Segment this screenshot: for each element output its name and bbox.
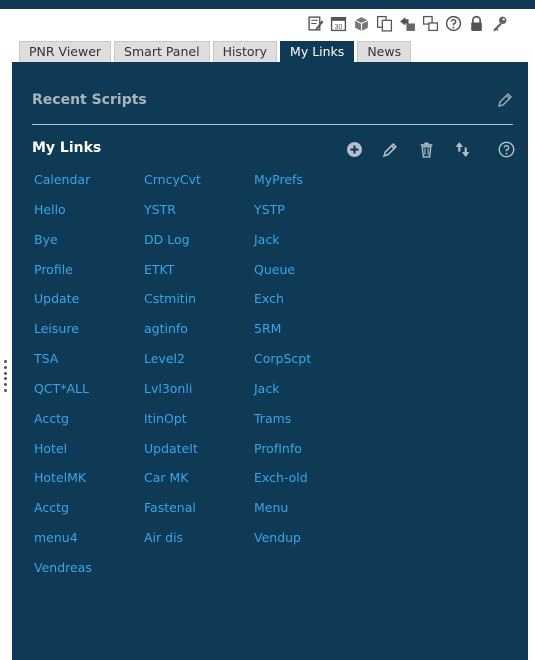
- tab-news[interactable]: News: [357, 41, 412, 62]
- top-toolbar: 30: [306, 13, 509, 33]
- tab-history[interactable]: History: [212, 41, 278, 62]
- window-layout-icon[interactable]: [421, 14, 440, 33]
- link-item[interactable]: UpdateIt: [144, 439, 254, 469]
- my-links-title: My Links: [32, 140, 102, 156]
- link-item[interactable]: Air dis: [144, 528, 254, 558]
- link-item[interactable]: DD Log: [144, 230, 254, 260]
- calendar-icon[interactable]: 30: [329, 14, 348, 33]
- link-item[interactable]: Calendar: [34, 170, 144, 200]
- resize-grip[interactable]: [4, 360, 8, 392]
- link-item[interactable]: Cstmitin: [144, 289, 254, 319]
- tab-pnr-viewer[interactable]: PNR Viewer: [19, 41, 112, 62]
- link-item[interactable]: Bye: [34, 230, 144, 260]
- my-links-panel: Recent Scripts My Links Calendar Hello Bye…: [12, 62, 528, 660]
- link-item[interactable]: Hotel: [34, 439, 144, 469]
- link-item[interactable]: Vendreas: [34, 558, 144, 588]
- link-item[interactable]: QCT*ALL: [34, 379, 144, 409]
- recent-scripts-title[interactable]: Recent Scripts: [32, 92, 147, 108]
- key-icon[interactable]: [490, 14, 509, 33]
- section-divider: [32, 124, 513, 125]
- my-links-actions: [336, 139, 524, 159]
- help-icon[interactable]: [444, 14, 463, 33]
- link-item[interactable]: Exch-old: [254, 468, 364, 498]
- copy-pages-icon[interactable]: [375, 14, 394, 33]
- link-item[interactable]: Acctg: [34, 498, 144, 528]
- link-item[interactable]: HotelMK: [34, 468, 144, 498]
- link-item[interactable]: Jack: [254, 379, 364, 409]
- link-item[interactable]: Fastenal: [144, 498, 254, 528]
- link-item[interactable]: ItinOpt: [144, 409, 254, 439]
- link-item[interactable]: Lvl3onli: [144, 379, 254, 409]
- help-icon[interactable]: [488, 139, 524, 159]
- pencil-icon[interactable]: [496, 91, 514, 109]
- link-item[interactable]: Update: [34, 289, 144, 319]
- top-header-strip: [0, 0, 535, 9]
- link-item[interactable]: Hello: [34, 200, 144, 230]
- svg-text:30: 30: [335, 23, 343, 30]
- link-item[interactable]: ProfInfo: [254, 439, 364, 469]
- reorder-icon[interactable]: [444, 139, 480, 159]
- link-item[interactable]: Vendup: [254, 528, 364, 558]
- link-item[interactable]: MyPrefs: [254, 170, 364, 200]
- link-item[interactable]: Trams: [254, 409, 364, 439]
- packages-icon[interactable]: [352, 14, 371, 33]
- tab-my-links[interactable]: My Links: [280, 41, 355, 63]
- link-item[interactable]: ETKT: [144, 260, 254, 290]
- link-item[interactable]: Car MK: [144, 468, 254, 498]
- edit-note-icon[interactable]: [306, 14, 325, 33]
- lock-icon[interactable]: [467, 14, 486, 33]
- link-item[interactable]: Queue: [254, 260, 364, 290]
- link-item[interactable]: Leisure: [34, 319, 144, 349]
- link-item[interactable]: Menu: [254, 498, 364, 528]
- tab-bar: PNR Viewer Smart Panel History My Links …: [19, 41, 414, 63]
- link-item[interactable]: YSTR: [144, 200, 254, 230]
- empty-cell: [254, 558, 364, 588]
- link-item[interactable]: CrncyCvt: [144, 170, 254, 200]
- edit-icon[interactable]: [372, 139, 408, 159]
- my-links-grid: Calendar Hello Bye Profile Update Leisure TSA Q…: [34, 170, 364, 588]
- delete-icon[interactable]: [408, 139, 444, 159]
- link-item[interactable]: 5RM: [254, 319, 364, 349]
- move-box-icon[interactable]: [398, 14, 417, 33]
- link-item[interactable]: menu4: [34, 528, 144, 558]
- link-item[interactable]: Jack: [254, 230, 364, 260]
- link-item[interactable]: Acctg: [34, 409, 144, 439]
- link-item[interactable]: TSA: [34, 349, 144, 379]
- link-item[interactable]: Exch: [254, 289, 364, 319]
- empty-cell: [144, 558, 254, 588]
- add-icon[interactable]: [336, 139, 372, 159]
- link-item[interactable]: Level2: [144, 349, 254, 379]
- link-item[interactable]: YSTP: [254, 200, 364, 230]
- tab-smart-panel[interactable]: Smart Panel: [114, 41, 210, 62]
- link-item[interactable]: Profile: [34, 260, 144, 290]
- link-item[interactable]: CorpScpt: [254, 349, 364, 379]
- link-item[interactable]: agtinfo: [144, 319, 254, 349]
